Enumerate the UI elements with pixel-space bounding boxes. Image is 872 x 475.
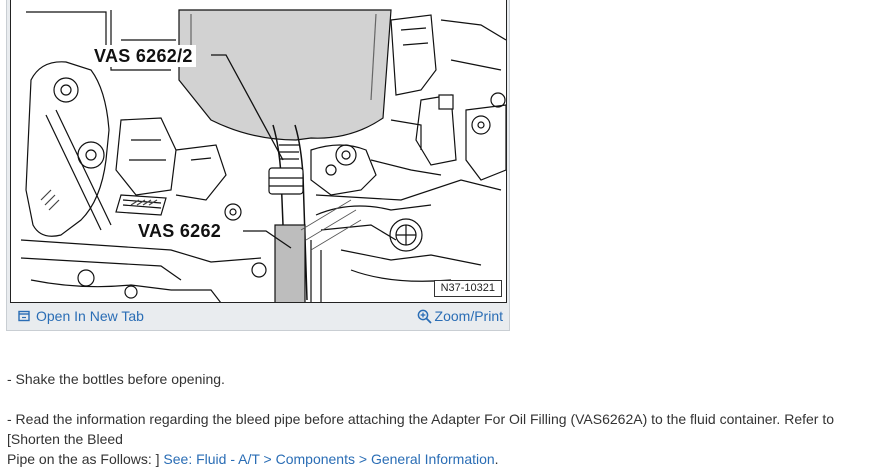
open-in-new-tab-link[interactable]: Open In New Tab: [18, 308, 144, 324]
open-in-new-tab-label: Open In New Tab: [36, 308, 144, 324]
callout-adapter-label: VAS 6262/2: [91, 45, 196, 67]
instruction-bleed-pipe: - Read the information regarding the ble…: [7, 409, 867, 469]
open-tab-icon: [18, 310, 30, 322]
zoom-print-link[interactable]: Zoom/Print: [417, 308, 503, 324]
figure-reference-number: N37-10321: [433, 280, 502, 297]
figure-actions: Open In New Tab Zoom/Print: [7, 303, 509, 331]
line-drawing: [20, 9, 506, 302]
instruction-bleed-pipe-text-2: Pipe on the as Follows: ]: [7, 451, 160, 467]
figure-panel: VAS 6262/2 VAS 6262 N37-10321 Open In Ne…: [6, 0, 510, 331]
zoom-in-icon: [417, 309, 432, 324]
engine-illustration[interactable]: VAS 6262/2 VAS 6262 N37-10321: [10, 0, 507, 303]
fluid-components-general-information-link[interactable]: See: Fluid - A/T > Components > General …: [163, 451, 494, 467]
instruction-shake-bottles: - Shake the bottles before opening.: [7, 371, 225, 387]
callout-container-label: VAS 6262: [135, 220, 225, 242]
link-suffix: .: [494, 451, 499, 467]
zoom-print-label: Zoom/Print: [434, 308, 503, 324]
instruction-bleed-pipe-text: - Read the information regarding the ble…: [7, 411, 835, 447]
